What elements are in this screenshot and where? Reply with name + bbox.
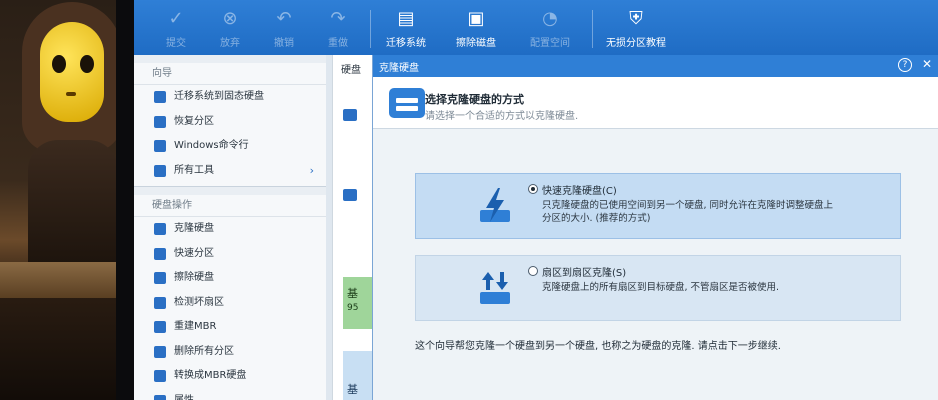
option-title: 扇区到扇区克隆(S) — [542, 268, 627, 279]
sidebar-item-bad-sector[interactable]: 检测坏扇区 — [134, 291, 326, 316]
partition-label: 基 — [347, 383, 358, 396]
disk-icon — [343, 189, 357, 201]
sidebar-item-all-tools[interactable]: 所有工具 › — [134, 159, 326, 184]
sidebar-item-rebuild-mbr[interactable]: 重建MBR — [134, 315, 326, 340]
partition-label: 基 — [347, 287, 358, 300]
dialog-subheading: 请选择一个合适的方式以克隆硬盘. — [425, 111, 579, 122]
sidebar-item-windows-cmd[interactable]: Windows命令行 — [134, 134, 326, 159]
migrate-os-button[interactable]: ▤ 迁移系统 — [376, 8, 436, 52]
clone-disk-icon — [389, 88, 425, 118]
close-icon[interactable]: ✕ — [922, 57, 932, 71]
clone-disk-icon — [154, 223, 166, 235]
option-quick-clone[interactable]: 快速克隆硬盘(C) 只克隆硬盘的已使用空间到另一个硬盘, 同时允许在克隆时调整硬… — [415, 173, 901, 239]
sidebar-item-convert-mbr[interactable]: 转换成MBR硬盘 — [134, 364, 326, 389]
more-icon — [154, 164, 166, 177]
quick-clone-icon — [480, 188, 510, 222]
sidebar-item-migrate-ssd[interactable]: 迁移系统到固态硬盘 — [134, 85, 326, 110]
toolbar-divider — [370, 10, 371, 48]
disk-map-panel: 硬盘 基 95 基 — [332, 55, 374, 400]
dialog-heading: 选择克隆硬盘的方式 — [425, 93, 524, 106]
option-description: 只克隆硬盘的已使用空间到另一个硬盘, 同时允许在克隆时调整硬盘上分区的大小. (… — [542, 200, 834, 224]
redo-button[interactable]: ↷ 重做 — [308, 8, 368, 52]
shield-icon: ⛨ — [629, 8, 643, 29]
figurine-mouth — [66, 92, 76, 96]
allocate-space-button[interactable]: ◔ 配置空间 — [520, 8, 580, 52]
chevron-right-icon: › — [309, 163, 314, 177]
dialog-footer-text: 这个向导帮您克隆一个硬盘到另一个硬盘, 也称之为硬盘的克隆. 请点击下一步继续. — [415, 341, 781, 352]
sidebar-item-properties[interactable]: 属性 — [134, 389, 326, 400]
partition-tutorial-button[interactable]: ⛨ 无损分区教程 — [604, 8, 668, 52]
dialog-header: 选择克隆硬盘的方式 请选择一个合适的方式以克隆硬盘. — [373, 77, 938, 129]
option-description: 克隆硬盘上的所有扇区到目标硬盘, 不管扇区是否被使用. — [542, 282, 780, 293]
monitor-screen: ✓ 提交 ⊗ 放弃 ↶ 撤销 ↷ 重做 ▤ 迁移系统 ▣ 擦除磁盘 ◔ 配置空间 — [134, 0, 938, 400]
clone-disk-dialog: 克隆硬盘 ? ✕ 选择克隆硬盘的方式 请选择一个合适的方式以克隆硬盘. 快速克隆… — [372, 55, 938, 400]
dialog-title: 克隆硬盘 — [379, 63, 419, 74]
main-toolbar: ✓ 提交 ⊗ 放弃 ↶ 撤销 ↷ 重做 ▤ 迁移系统 ▣ 擦除磁盘 ◔ 配置空间 — [134, 0, 938, 55]
help-icon[interactable]: ? — [898, 58, 912, 72]
migrate-ssd-icon — [154, 91, 166, 103]
disk-icon — [343, 109, 357, 121]
option-sector-clone[interactable]: 扇区到扇区克隆(S) 克隆硬盘上的所有扇区到目标硬盘, 不管扇区是否被使用. — [415, 255, 901, 321]
allocate-space-icon: ◔ — [542, 8, 558, 29]
disk-ops-panel: 硬盘操作 克隆硬盘 快速分区 擦除硬盘 检测坏扇区 重建MBR 删除所有分区 转… — [134, 195, 326, 400]
wipe-disk-icon: ▣ — [467, 8, 485, 29]
figurine-eye — [80, 55, 94, 73]
submit-button[interactable]: ✓ 提交 — [146, 8, 206, 52]
figurine-eye — [52, 55, 66, 73]
sidebar-item-recover-partition[interactable]: 恢复分区 — [134, 110, 326, 135]
bad-sector-icon — [154, 296, 166, 309]
properties-icon — [154, 394, 166, 400]
wizard-panel: 向导 迁移系统到固态硬盘 恢复分区 Windows命令行 所有工具 › — [134, 63, 326, 187]
wipe-disk-icon — [154, 272, 166, 284]
toolbar-divider — [592, 10, 593, 48]
windows-icon — [154, 140, 166, 152]
sidebar-item-quick-partition[interactable]: 快速分区 — [134, 242, 326, 267]
convert-mbr-icon — [154, 370, 166, 382]
disk-map-header: 硬盘 — [341, 65, 361, 76]
disk-ops-panel-title: 硬盘操作 — [134, 195, 326, 217]
undo-icon: ↶ — [276, 8, 292, 29]
wipe-disk-button[interactable]: ▣ 擦除磁盘 — [446, 8, 506, 52]
quick-partition-icon — [154, 247, 166, 260]
undo-button[interactable]: ↶ 撤销 — [254, 8, 314, 52]
recover-partition-icon — [154, 115, 166, 128]
redo-icon: ↷ — [330, 8, 346, 29]
delete-partitions-icon — [154, 345, 166, 358]
figurine-face — [40, 22, 104, 122]
option-title: 快速克隆硬盘(C) — [542, 186, 617, 197]
migrate-os-icon: ▤ — [397, 8, 415, 29]
sidebar: 向导 迁移系统到固态硬盘 恢复分区 Windows命令行 所有工具 › 硬盘操作 — [134, 55, 326, 400]
rebuild-mbr-icon — [154, 321, 166, 333]
partition-size: 95 — [347, 303, 359, 313]
radio-sector-clone[interactable] — [528, 266, 538, 276]
radio-quick-clone[interactable] — [528, 184, 538, 194]
wizard-panel-title: 向导 — [134, 63, 326, 85]
check-icon: ✓ — [168, 8, 184, 29]
figurine-body — [28, 140, 118, 270]
dialog-titlebar: 克隆硬盘 ? ✕ — [373, 55, 938, 77]
cancel-icon: ⊗ — [222, 8, 238, 29]
sidebar-item-delete-partitions[interactable]: 删除所有分区 — [134, 340, 326, 365]
sidebar-item-wipe-disk[interactable]: 擦除硬盘 — [134, 266, 326, 291]
discard-button[interactable]: ⊗ 放弃 — [200, 8, 260, 52]
sidebar-item-clone-disk[interactable]: 克隆硬盘 — [134, 217, 326, 242]
sector-clone-icon — [480, 272, 510, 304]
